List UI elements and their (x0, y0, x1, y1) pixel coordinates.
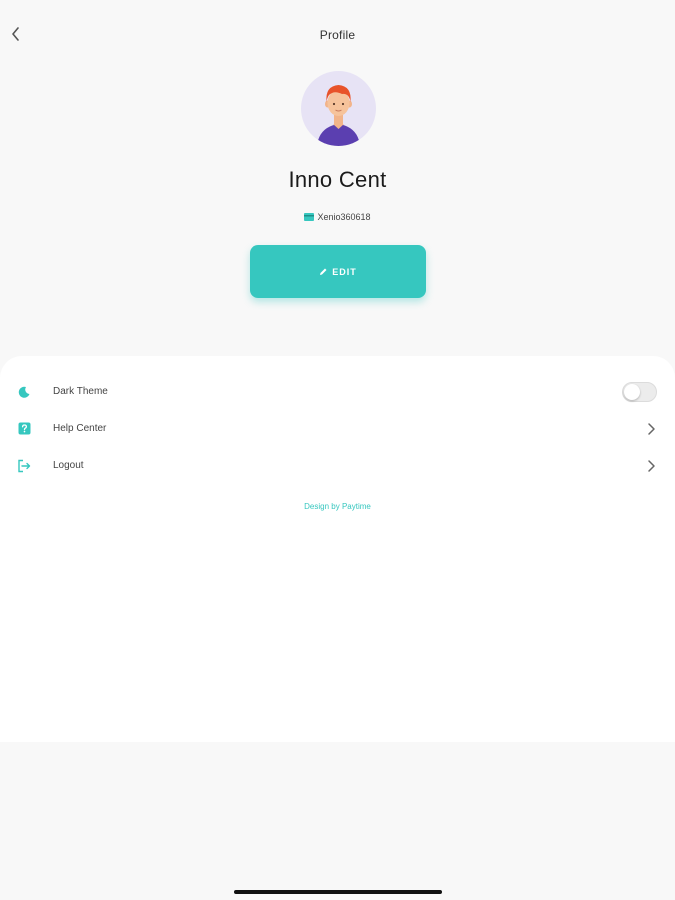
moon-icon (17, 385, 31, 399)
top-bar: Profile (0, 0, 675, 70)
edit-button-label: EDIT (332, 266, 357, 277)
avatar (301, 71, 376, 146)
menu-label-logout: Logout (53, 460, 84, 471)
card-icon (304, 213, 315, 221)
menu-item-help-center[interactable]: Help Center (0, 410, 675, 447)
logout-icon (17, 459, 31, 473)
user-id-row: Xenio360618 (0, 212, 675, 222)
menu-item-logout[interactable]: Logout (0, 447, 675, 484)
home-indicator (234, 890, 442, 894)
chevron-right-icon (645, 422, 657, 436)
menu-label-dark-theme: Dark Theme (53, 386, 108, 397)
question-icon (17, 422, 31, 436)
menu-label-help-center: Help Center (53, 423, 107, 434)
dark-theme-toggle[interactable] (622, 381, 657, 402)
user-avatar-icon (317, 85, 360, 146)
user-id: Xenio360618 (317, 212, 371, 222)
menu-item-dark-theme[interactable]: Dark Theme (0, 373, 675, 410)
settings-panel: Dark Theme Help Center Logout (0, 356, 675, 742)
chevron-right-icon (645, 459, 657, 473)
edit-button[interactable]: EDIT (250, 245, 426, 298)
toggle-knob (624, 383, 640, 400)
user-name: Inno Cent (288, 167, 387, 192)
pencil-icon (320, 268, 327, 275)
footer-credit: Design by Paytime (304, 502, 371, 511)
page-title: Profile (319, 28, 356, 42)
